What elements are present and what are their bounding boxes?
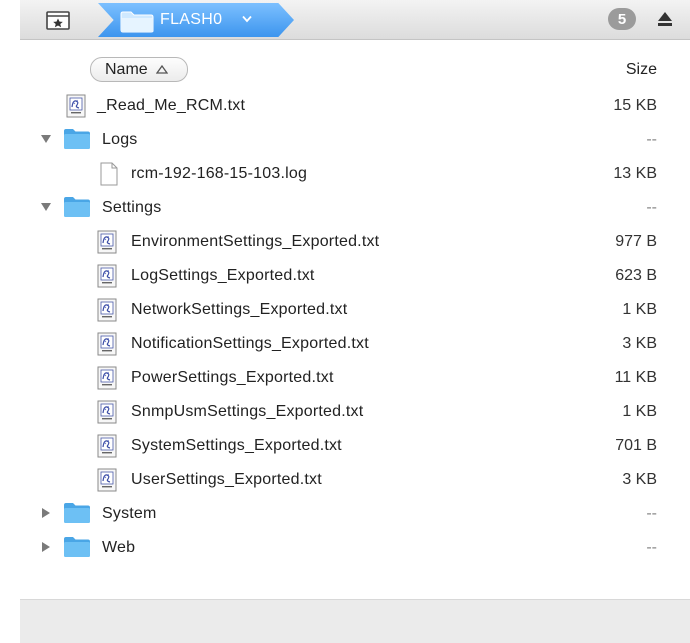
item-size: --: [646, 539, 657, 556]
file-row[interactable]: NetworkSettings_Exported.txt 1 KB: [0, 293, 690, 327]
text-file-icon: [97, 468, 117, 492]
item-size: --: [646, 131, 657, 148]
item-count-badge: 5: [608, 8, 636, 30]
disclosure-expanded-icon[interactable]: [40, 133, 52, 145]
size-column-header[interactable]: Size: [626, 61, 657, 79]
text-file-icon: [97, 264, 117, 288]
disclosure-collapsed-icon[interactable]: [40, 507, 52, 519]
item-name: SystemSettings_Exported.txt: [131, 437, 342, 454]
text-file-icon: [97, 434, 117, 458]
text-file-icon: [97, 230, 117, 254]
sort-ascending-icon: [155, 65, 168, 74]
item-size: 11 KB: [614, 369, 657, 386]
item-name: Web: [102, 539, 136, 556]
folder-row[interactable]: Settings --: [0, 191, 690, 225]
text-file-icon: [66, 94, 86, 118]
item-size: 701 B: [615, 437, 657, 454]
folder-row[interactable]: System --: [0, 497, 690, 531]
star-drawer-icon: [46, 11, 70, 30]
disclosure-expanded-icon[interactable]: [40, 201, 52, 213]
folder-icon: [120, 11, 154, 33]
item-name: LogSettings_Exported.txt: [131, 267, 315, 284]
file-row[interactable]: EnvironmentSettings_Exported.txt 977 B: [0, 225, 690, 259]
text-file-icon: [97, 366, 117, 390]
item-size: --: [646, 505, 657, 522]
favorites-button[interactable]: [44, 8, 72, 32]
item-name: SnmpUsmSettings_Exported.txt: [131, 403, 364, 420]
disclosure-collapsed-icon[interactable]: [40, 541, 52, 553]
text-file-icon: [97, 400, 117, 424]
item-name: PowerSettings_Exported.txt: [131, 369, 334, 386]
file-row[interactable]: LogSettings_Exported.txt 623 B: [0, 259, 690, 293]
chevron-down-icon[interactable]: [242, 15, 252, 23]
name-column-header[interactable]: Name: [90, 57, 188, 82]
item-size: --: [646, 199, 657, 216]
file-row[interactable]: SnmpUsmSettings_Exported.txt 1 KB: [0, 395, 690, 429]
item-size: 15 KB: [613, 97, 657, 114]
path-bar: FLASH0 5: [20, 0, 690, 40]
file-row[interactable]: UserSettings_Exported.txt 3 KB: [0, 463, 690, 497]
folder-icon: [64, 197, 90, 217]
eject-icon[interactable]: [656, 10, 674, 28]
file-list: _Read_Me_RCM.txt 15 KB Logs -- rcm-192-168-1…: [0, 89, 690, 565]
file-row[interactable]: NotificationSettings_Exported.txt 3 KB: [0, 327, 690, 361]
document-icon: [100, 162, 118, 186]
name-header-label: Name: [105, 60, 148, 78]
item-name: _Read_Me_RCM.txt: [97, 97, 246, 114]
status-bar: [20, 599, 690, 643]
item-size: 623 B: [615, 267, 657, 284]
folder-icon: [64, 129, 90, 149]
folder-icon: [64, 537, 90, 557]
item-name: System: [102, 505, 157, 522]
breadcrumb-flash0[interactable]: FLASH0: [98, 3, 294, 37]
file-row[interactable]: SystemSettings_Exported.txt 701 B: [0, 429, 690, 463]
breadcrumb-label: FLASH0: [160, 11, 223, 28]
folder-row[interactable]: Web --: [0, 531, 690, 565]
item-name: rcm-192-168-15-103.log: [131, 165, 308, 182]
folder-icon: [64, 503, 90, 523]
file-row[interactable]: _Read_Me_RCM.txt 15 KB: [0, 89, 690, 123]
text-file-icon: [97, 298, 117, 322]
item-name: NetworkSettings_Exported.txt: [131, 301, 348, 318]
item-name: UserSettings_Exported.txt: [131, 471, 322, 488]
column-header: Name Size: [0, 54, 690, 84]
item-size: 3 KB: [622, 471, 657, 488]
item-size: 3 KB: [622, 335, 657, 352]
folder-row[interactable]: Logs --: [0, 123, 690, 157]
item-name: NotificationSettings_Exported.txt: [131, 335, 369, 352]
item-size: 13 KB: [613, 165, 657, 182]
file-row[interactable]: rcm-192-168-15-103.log 13 KB: [0, 157, 690, 191]
item-size: 1 KB: [622, 403, 657, 420]
item-size: 977 B: [615, 233, 657, 250]
file-row[interactable]: PowerSettings_Exported.txt 11 KB: [0, 361, 690, 395]
text-file-icon: [97, 332, 117, 356]
item-name: EnvironmentSettings_Exported.txt: [131, 233, 380, 250]
item-name: Settings: [102, 199, 162, 216]
item-size: 1 KB: [622, 301, 657, 318]
item-name: Logs: [102, 131, 138, 148]
